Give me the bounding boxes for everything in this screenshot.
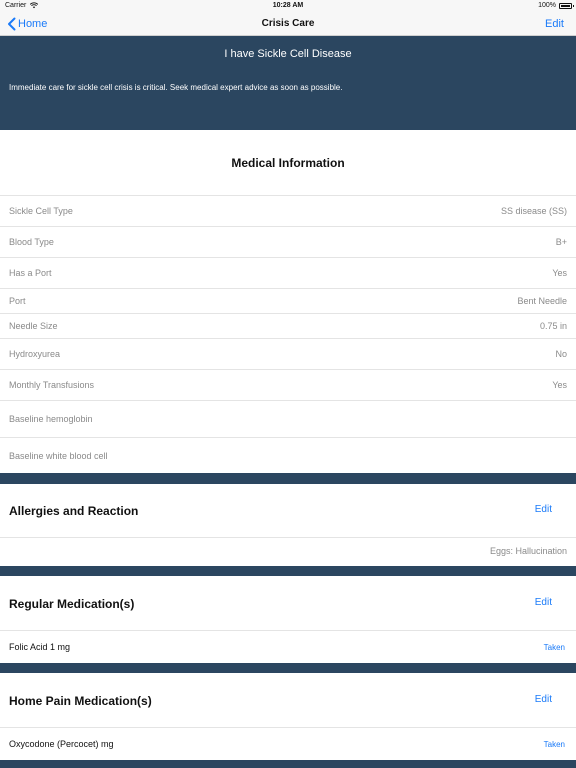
info-row-blood-type[interactable]: Blood Type B+ bbox=[0, 226, 576, 257]
navigation-bar: Home Crisis Care Edit bbox=[0, 12, 576, 36]
info-label: Has a Port bbox=[9, 268, 52, 278]
section-separator bbox=[0, 663, 576, 673]
info-value: 0.75 in bbox=[539, 321, 567, 331]
status-time: 10:28 AM bbox=[272, 2, 304, 9]
banner-title: I have Sickle Cell Disease bbox=[224, 48, 352, 60]
info-label: Blood Type bbox=[9, 237, 54, 247]
info-row-needle-size[interactable]: Needle Size 0.75 in bbox=[0, 313, 576, 338]
info-label: Baseline white blood cell bbox=[9, 451, 108, 461]
allergy-item[interactable]: Eggs: Hallucination bbox=[490, 546, 567, 556]
home-pain-medications-title: Home Pain Medication(s) bbox=[9, 694, 152, 708]
taken-button[interactable]: Taken bbox=[544, 740, 565, 749]
divider bbox=[0, 537, 576, 538]
battery-icon bbox=[559, 3, 574, 9]
regular-medications-edit-button[interactable]: Edit bbox=[535, 597, 552, 608]
banner-text: Immediate care for sickle cell crisis is… bbox=[9, 83, 343, 92]
info-row-has-port[interactable]: Has a Port Yes bbox=[0, 257, 576, 288]
taken-button[interactable]: Taken bbox=[544, 643, 565, 652]
home-pain-medications-edit-button[interactable]: Edit bbox=[535, 694, 552, 705]
medication-name: Oxycodone (Percocet) mg bbox=[9, 739, 114, 749]
info-label: Needle Size bbox=[9, 321, 58, 331]
battery-percent: 100% bbox=[538, 2, 556, 9]
divider bbox=[0, 630, 576, 631]
regular-medications-title: Regular Medication(s) bbox=[9, 597, 135, 611]
info-value: No bbox=[555, 349, 567, 359]
info-row-sickle-cell-type[interactable]: Sickle Cell Type SS disease (SS) bbox=[0, 195, 576, 226]
info-row-port[interactable]: Port Bent Needle bbox=[0, 288, 576, 313]
info-value: Yes bbox=[552, 268, 567, 278]
allergies-title: Allergies and Reaction bbox=[9, 504, 139, 518]
info-row-hydroxyurea[interactable]: Hydroxyurea No bbox=[0, 338, 576, 369]
medical-information-title: Medical Information bbox=[231, 156, 345, 170]
info-label: Port bbox=[9, 296, 26, 306]
nav-edit-button[interactable]: Edit bbox=[545, 18, 564, 30]
info-label: Sickle Cell Type bbox=[9, 206, 73, 216]
info-label: Baseline hemoglobin bbox=[9, 414, 93, 424]
info-label: Monthly Transfusions bbox=[9, 380, 95, 390]
section-separator bbox=[0, 566, 576, 576]
info-row-monthly-transfusions[interactable]: Monthly Transfusions Yes bbox=[0, 369, 576, 400]
info-value: B+ bbox=[555, 237, 567, 247]
divider bbox=[0, 727, 576, 728]
info-label: Hydroxyurea bbox=[9, 349, 61, 359]
info-value: Yes bbox=[552, 380, 567, 390]
section-separator bbox=[0, 473, 576, 484]
info-value: SS disease (SS) bbox=[500, 206, 567, 216]
info-row-baseline-hemoglobin[interactable]: Baseline hemoglobin bbox=[0, 400, 576, 437]
page-title: Crisis Care bbox=[261, 18, 315, 29]
crisis-banner: I have Sickle Cell Disease Immediate car… bbox=[0, 36, 576, 130]
section-separator bbox=[0, 760, 576, 768]
medication-name: Folic Acid 1 mg bbox=[9, 642, 71, 652]
allergies-edit-button[interactable]: Edit bbox=[535, 504, 552, 515]
info-value: Bent Needle bbox=[517, 296, 567, 306]
info-row-baseline-wbc[interactable]: Baseline white blood cell bbox=[0, 437, 576, 473]
status-bar: Carrier 10:28 AM 100% bbox=[0, 0, 576, 12]
